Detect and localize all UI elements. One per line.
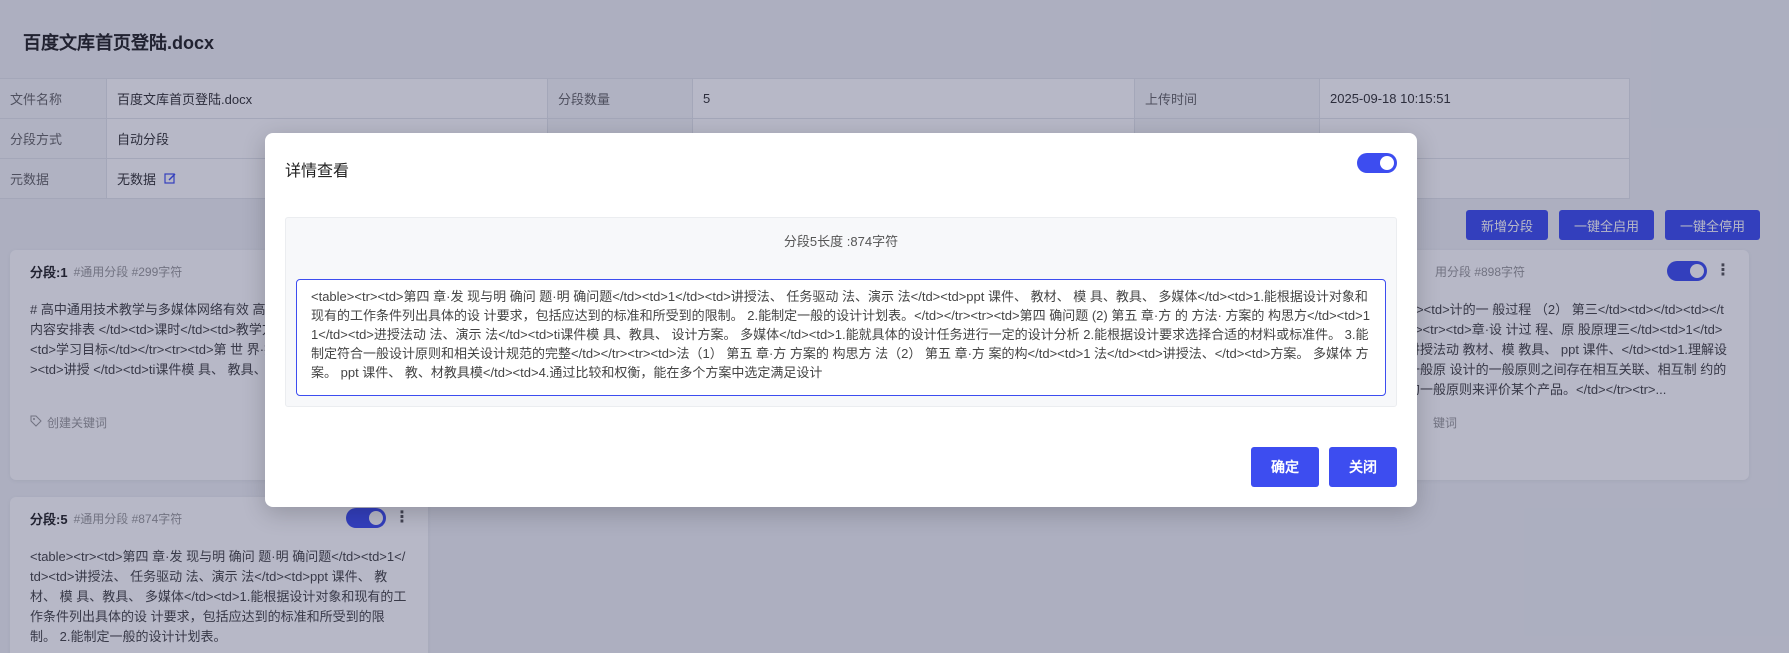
modal-actions: 确定 关闭 xyxy=(1251,447,1397,487)
modal-title: 详情查看 xyxy=(285,163,350,180)
segment-content-textarea[interactable]: <table><tr><td>第四 章·发 现与明 确问 题·明 确问题</td… xyxy=(296,279,1386,396)
segment-panel: 分段5长度 :874字符 <table><tr><td>第四 章·发 现与明 确… xyxy=(285,217,1397,407)
segment-enable-toggle[interactable] xyxy=(1357,153,1397,173)
detail-modal: 详情查看 分段5长度 :874字符 <table><tr><td>第四 章·发 … xyxy=(265,133,1417,507)
confirm-button[interactable]: 确定 xyxy=(1251,447,1319,487)
segment-length-label: 分段5长度 :874字符 xyxy=(783,233,899,249)
close-button[interactable]: 关闭 xyxy=(1329,447,1397,487)
